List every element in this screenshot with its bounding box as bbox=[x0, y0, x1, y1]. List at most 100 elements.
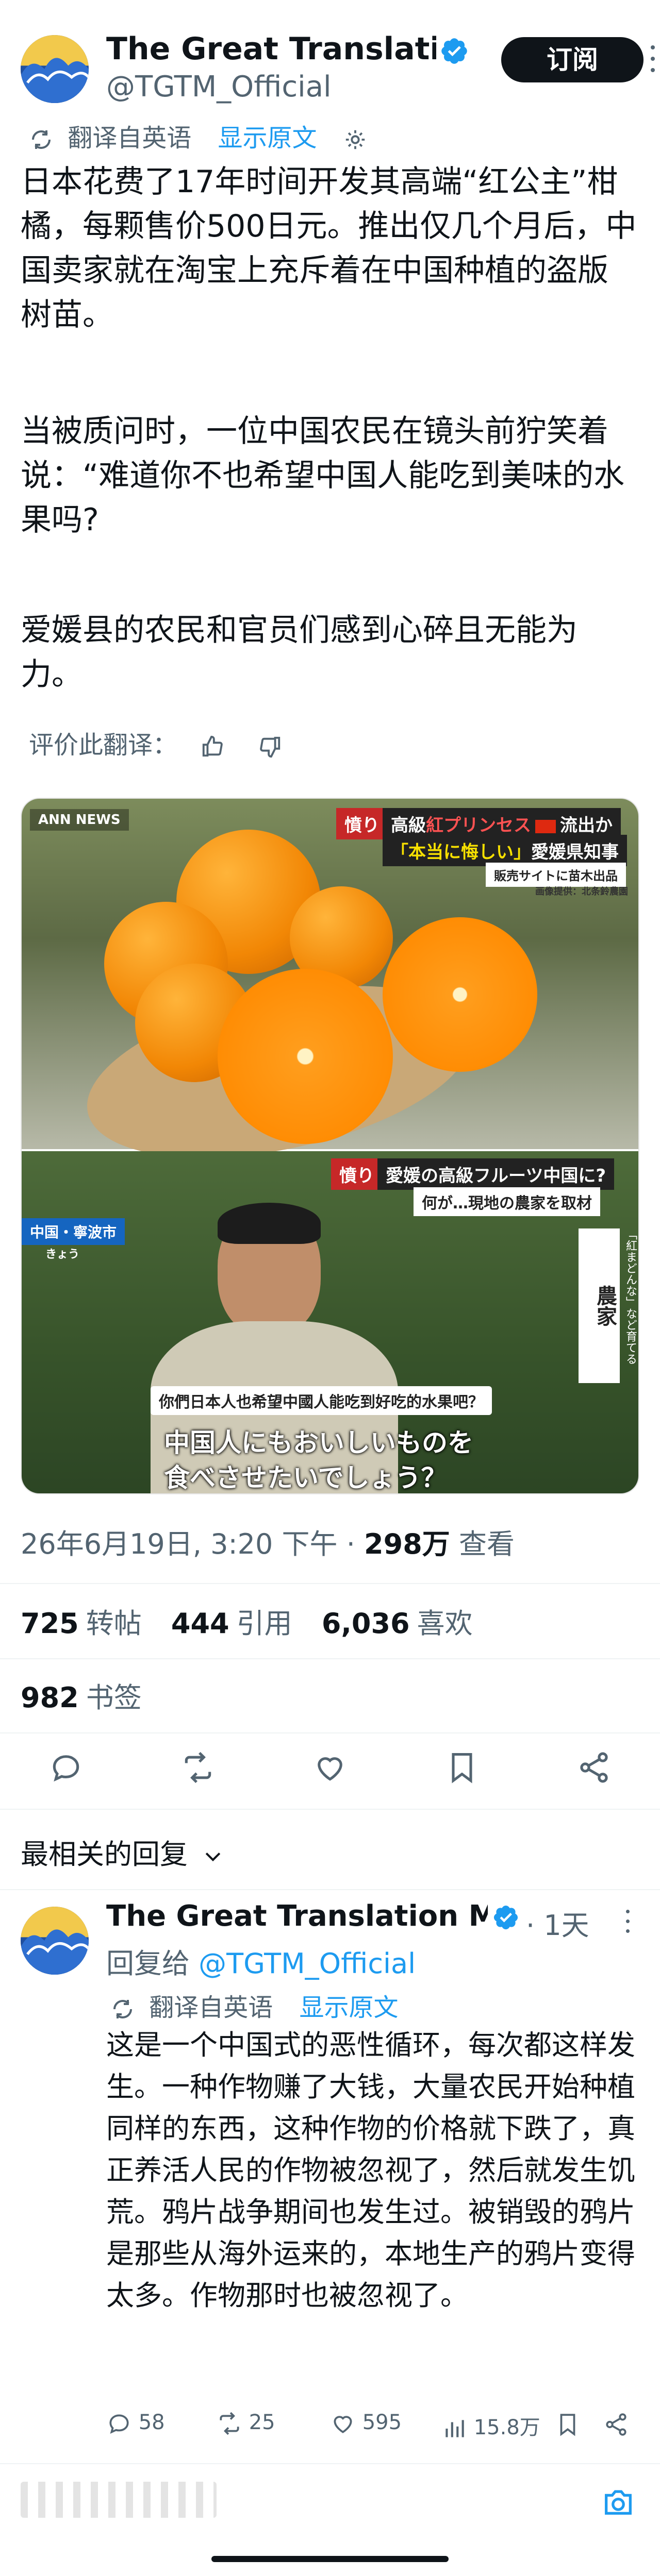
subscribe-button[interactable]: 订阅 bbox=[501, 37, 644, 82]
retweet-icon bbox=[185, 1752, 211, 1783]
subtitle-jp-2: 食べさせたいでしょう？ bbox=[164, 1463, 447, 1493]
thumbs-up-icon[interactable] bbox=[201, 735, 224, 759]
tweet-media[interactable]: ANN NEWS 憤り 高級紅プリンセス 流出か 「本当に悔しい」愛媛県知事 販売… bbox=[21, 798, 639, 1494]
vertical-quote: 「紅まどんな」など育てる bbox=[621, 1228, 638, 1383]
reply-retweets-count: 25 bbox=[249, 2411, 275, 2434]
subtitle-cn: 你們日本人也希望中國人能吃到好吃的水果吧？ bbox=[151, 1386, 492, 1415]
reply-show-original-link[interactable]: 显示原文 bbox=[300, 1993, 399, 2022]
reply-more-icon[interactable] bbox=[626, 1910, 631, 1935]
reply-translated-from: 翻译自英语 bbox=[149, 1993, 273, 2022]
author-avatar[interactable] bbox=[21, 35, 89, 103]
retweets-count: 725 bbox=[21, 1607, 79, 1640]
reply-views-button[interactable]: 15.8万 bbox=[441, 2411, 540, 2442]
reply-to-handle[interactable]: @TGTM_Official bbox=[199, 1947, 416, 1980]
reply-to-prefix: 回复给 bbox=[106, 1947, 199, 1980]
location-sub: きょう bbox=[45, 1248, 80, 1261]
reply-icon bbox=[53, 1755, 79, 1782]
views-label: 查看 bbox=[450, 1528, 515, 1560]
location-label: 中国・寧波市 bbox=[22, 1218, 125, 1245]
replies-sort-label[interactable]: 最相关的回复 bbox=[21, 1838, 188, 1871]
news-logo: ANN NEWS bbox=[30, 809, 129, 831]
vertical-quote-text: 「紅まどんな」など育てる bbox=[624, 1228, 637, 1365]
translation-info: 翻译自英语 显示原文 bbox=[29, 117, 367, 154]
reply-input[interactable] bbox=[21, 2482, 217, 2518]
gear-icon[interactable] bbox=[343, 128, 367, 151]
reply-button[interactable] bbox=[48, 1750, 84, 1785]
reply-translation-info: 翻译自英语 显示原文 bbox=[110, 1987, 399, 2023]
china-flag-icon bbox=[535, 819, 556, 833]
reply-age[interactable]: · 1天 bbox=[526, 1902, 589, 1943]
tweet-paragraph-1: 日本花费了17年时间开发其高端“红公主”柑橘，每颗售价500日元。推出仅几个月后… bbox=[21, 164, 637, 333]
reply-share-button[interactable] bbox=[603, 2412, 629, 2437]
bottom-headline: 愛媛の高級フルーツ中国に? bbox=[377, 1158, 615, 1190]
like-button[interactable] bbox=[312, 1750, 348, 1785]
bookmarks-count: 982 bbox=[21, 1681, 79, 1714]
likes-stat[interactable]: 6,036 喜欢 bbox=[322, 1607, 473, 1640]
tweet-timestamp[interactable]: 26年6月19日, 3:20 下午 · bbox=[21, 1528, 364, 1560]
vertical-label: 農家 bbox=[593, 1285, 617, 1326]
author-handle[interactable]: @TGTM_Official bbox=[106, 70, 332, 104]
bookmarks-stat[interactable]: 982 书签 bbox=[21, 1675, 142, 1715]
bottom-headline-tag: 憤り bbox=[331, 1158, 383, 1190]
divider bbox=[0, 1889, 660, 1890]
retweets-label: 转帖 bbox=[86, 1607, 142, 1640]
divider bbox=[0, 1583, 660, 1584]
tweet-meta: 26年6月19日, 3:20 下午 · 298万 查看 bbox=[21, 1521, 515, 1562]
wave-avatar-icon bbox=[21, 1907, 89, 1975]
reply-compose-bar bbox=[0, 2463, 660, 2576]
author-name[interactable]: The Great Translatio... bbox=[106, 31, 436, 70]
heart-icon bbox=[334, 2416, 352, 2433]
reply-like-button[interactable]: 595 bbox=[330, 2411, 402, 2436]
vertical-caption: 農家 bbox=[579, 1228, 620, 1383]
retweets-stat[interactable]: 725 转帖 bbox=[21, 1607, 142, 1640]
translate-icon bbox=[32, 130, 51, 149]
engagement-stats: 725 转帖 444 引用 6,036 喜欢 bbox=[21, 1601, 473, 1641]
divider bbox=[0, 1732, 660, 1733]
bookmark-button[interactable] bbox=[444, 1750, 480, 1785]
bookmarks-label: 书签 bbox=[86, 1681, 142, 1714]
camera-icon[interactable] bbox=[600, 2485, 636, 2521]
quotes-count: 444 bbox=[171, 1607, 229, 1640]
share-icon bbox=[580, 1752, 608, 1783]
likes-label: 喜欢 bbox=[417, 1607, 473, 1640]
reply-bookmark-button[interactable] bbox=[555, 2412, 581, 2437]
reply-to: 回复给 @TGTM_Official bbox=[106, 1941, 416, 1981]
views-icon bbox=[446, 2420, 464, 2437]
thumbs-down-icon[interactable] bbox=[258, 735, 282, 759]
headline-tag: 憤り bbox=[336, 808, 388, 839]
retweet-button[interactable] bbox=[180, 1750, 216, 1785]
bottom-sub: 何が…現地の農家を取材 bbox=[414, 1187, 600, 1216]
replies-sort[interactable]: 最相关的回复 bbox=[21, 1831, 224, 1872]
divider bbox=[0, 1809, 660, 1810]
share-icon bbox=[606, 2413, 626, 2436]
author-name-text[interactable]: The Great Translatio... bbox=[106, 31, 436, 67]
quotes-label: 引用 bbox=[236, 1607, 292, 1640]
show-original-link[interactable]: 显示原文 bbox=[218, 124, 317, 153]
rate-translation: 评价此翻译： bbox=[29, 725, 282, 761]
reply-avatar[interactable] bbox=[21, 1907, 89, 1975]
headline-1a: 高級 bbox=[391, 815, 426, 836]
quotes-stat[interactable]: 444 引用 bbox=[171, 1607, 292, 1640]
reply-text: 这是一个中国式的恶性循环，每次都这样发生。一种作物赚了大钱，大量农民开始种植同样… bbox=[106, 2029, 635, 2312]
reply-reply-button[interactable]: 58 bbox=[106, 2411, 165, 2436]
translated-from-label: 翻译自英语 bbox=[68, 124, 192, 153]
reply-views-count: 15.8万 bbox=[473, 2416, 540, 2439]
translate-icon bbox=[113, 2000, 132, 2018]
reply-author-name[interactable]: The Great Translation M... bbox=[106, 1899, 488, 1933]
rate-translation-label: 评价此翻译： bbox=[29, 731, 178, 760]
image-credit: 画像提供：北条鈴農園 bbox=[535, 886, 628, 897]
share-button[interactable] bbox=[576, 1750, 612, 1785]
reply-likes-count: 595 bbox=[362, 2411, 402, 2434]
reply-retweet-button[interactable]: 25 bbox=[217, 2411, 275, 2436]
likes-count: 6,036 bbox=[321, 1607, 410, 1640]
headline-2b: 愛媛県知事 bbox=[531, 842, 619, 863]
more-icon[interactable] bbox=[651, 45, 656, 76]
verified-badge-icon bbox=[441, 38, 467, 64]
oranges-photo: ANN NEWS 憤り 高級紅プリンセス 流出か 「本当に悔しい」愛媛県知事 販売… bbox=[22, 799, 638, 1188]
bookmark-icon bbox=[560, 2414, 575, 2436]
reply-icon bbox=[109, 2414, 129, 2434]
farmer-photo: 憤り 愛媛の高級フルーツ中国に? 何が…現地の農家を取材 中国・寧波市 きょう … bbox=[22, 1151, 638, 1493]
retweet-icon bbox=[220, 2412, 239, 2435]
heart-icon bbox=[318, 1757, 342, 1781]
verified-badge-icon bbox=[493, 1905, 518, 1930]
